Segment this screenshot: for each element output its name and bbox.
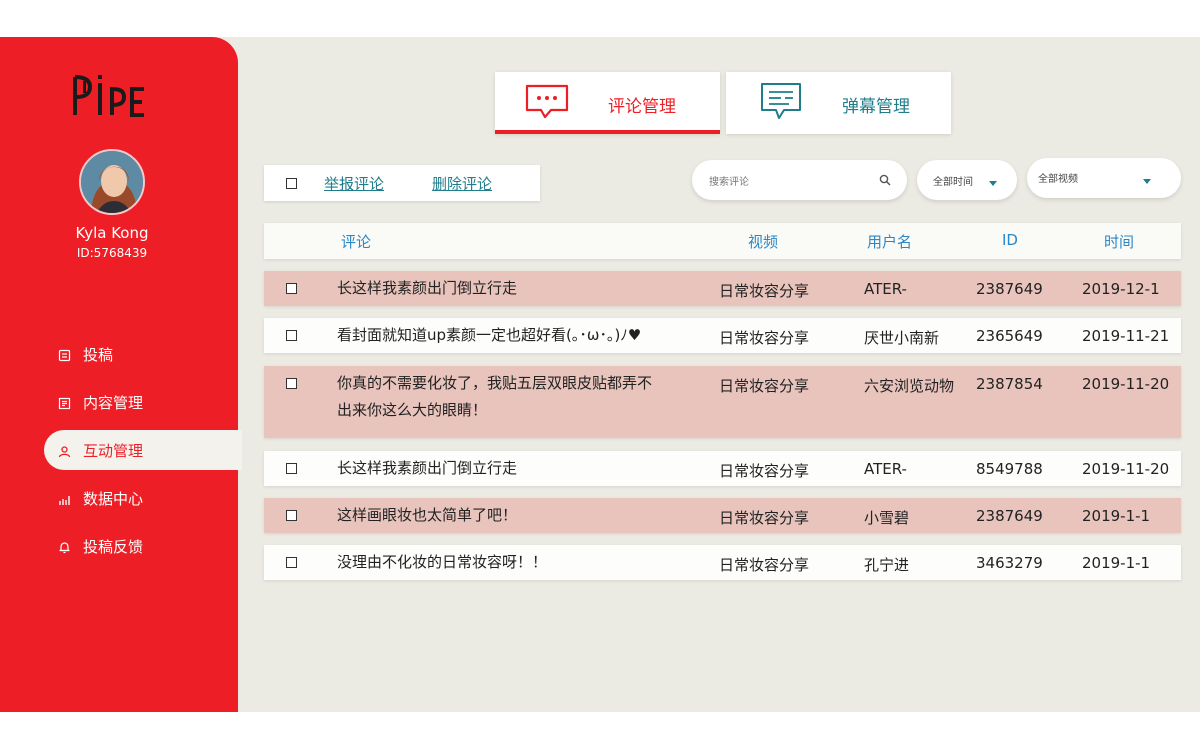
- row-time: 2019-12-1: [1082, 280, 1160, 298]
- tab-danmaku-management[interactable]: 弹幕管理: [726, 72, 951, 134]
- row-video: 日常妆容分享: [719, 556, 810, 574]
- row-time: 2019-11-20: [1082, 460, 1170, 478]
- sidebar: Kyla Kong ID:5768439 投稿 内容管理 互动管理 数据中心 投…: [0, 37, 242, 712]
- table-header: 评论 视频 用户名 ID 时间: [264, 223, 1181, 259]
- video-filter-select[interactable]: 全部视频: [1027, 158, 1181, 198]
- row-comment: 长这样我素颜出门倒立行走: [337, 279, 518, 297]
- row-time: 2019-11-20: [1082, 375, 1170, 393]
- row-video: 日常妆容分享: [719, 462, 810, 480]
- row-id: 2387649: [976, 507, 1043, 525]
- row-user: ATER-: [864, 280, 907, 298]
- row-checkbox[interactable]: [286, 378, 297, 389]
- video-filter-value: 全部视频: [1038, 174, 1078, 185]
- interaction-icon: [58, 444, 71, 457]
- row-comment: 长这样我素颜出门倒立行走: [337, 459, 518, 477]
- report-comment-button[interactable]: 举报评论: [324, 173, 384, 194]
- row-video: 日常妆容分享: [719, 282, 810, 300]
- nav-item-upload[interactable]: 投稿: [44, 334, 242, 374]
- delete-comment-button[interactable]: 删除评论: [432, 173, 492, 194]
- nav-item-label: 互动管理: [83, 441, 144, 460]
- table-row[interactable]: 你真的不需要化妆了，我贴五层双眼皮贴都弄不出来你这么大的眼睛！ 日常妆容分享 六…: [264, 366, 1181, 438]
- row-user: ATER-: [864, 460, 907, 478]
- row-time: 2019-1-1: [1082, 507, 1151, 525]
- row-time: 2019-1-1: [1082, 554, 1151, 572]
- row-checkbox[interactable]: [286, 330, 297, 341]
- row-comment: 你真的不需要化妆了，我贴五层双眼皮贴都弄不出来你这么大的眼睛！: [337, 374, 653, 419]
- table-row[interactable]: 没理由不化妆的日常妆容呀！！ 日常妆容分享 孔宁进 3463279 2019-1…: [264, 545, 1181, 580]
- danmaku-icon: [760, 82, 802, 126]
- row-video: 日常妆容分享: [719, 509, 810, 527]
- brand-logo: [72, 71, 162, 119]
- tab-label: 评论管理: [608, 97, 676, 117]
- chevron-down-icon: [989, 178, 997, 189]
- search-input[interactable]: 搜索评论: [709, 173, 749, 188]
- nav-item-feedback[interactable]: 投稿反馈: [44, 526, 242, 566]
- row-id: 2365649: [976, 327, 1043, 345]
- upload-icon: [58, 348, 71, 361]
- row-id: 8549788: [976, 460, 1043, 478]
- row-id: 2387854: [976, 375, 1043, 393]
- tab-comment-management[interactable]: 评论管理: [495, 72, 720, 134]
- row-checkbox[interactable]: [286, 463, 297, 474]
- search-box[interactable]: 搜索评论: [692, 160, 907, 200]
- row-video: 日常妆容分享: [719, 329, 810, 347]
- nav-item-label: 投稿反馈: [83, 537, 144, 556]
- select-all-checkbox[interactable]: [286, 177, 297, 189]
- column-header-user[interactable]: 用户名: [867, 231, 912, 252]
- row-id: 3463279: [976, 554, 1043, 572]
- search-icon[interactable]: [879, 174, 891, 189]
- app-window: Kyla Kong ID:5768439 投稿 内容管理 互动管理 数据中心 投…: [0, 37, 1200, 712]
- row-comment: 这样画眼妆也太简单了吧！: [337, 506, 518, 524]
- table-row[interactable]: 这样画眼妆也太简单了吧！ 日常妆容分享 小雪碧 2387649 2019-1-1: [264, 498, 1181, 533]
- nav-item-data-center[interactable]: 数据中心: [44, 478, 242, 518]
- nav-item-label: 数据中心: [83, 489, 144, 508]
- comment-bubble-icon: [525, 84, 569, 124]
- user-name: Kyla Kong: [75, 224, 149, 242]
- column-header-time[interactable]: 时间: [1104, 231, 1134, 252]
- row-user: 孔宁进: [864, 556, 910, 574]
- column-header-comment[interactable]: 评论: [341, 231, 371, 252]
- user-id: ID:5768439: [76, 246, 148, 260]
- nav-item-label: 投稿: [83, 345, 114, 364]
- table-row[interactable]: 长这样我素颜出门倒立行走 日常妆容分享 ATER- 2387649 2019-1…: [264, 271, 1181, 306]
- row-checkbox[interactable]: [286, 510, 297, 521]
- row-comment: 看封面就知道up素颜一定也超好看(｡･ω･｡)ﾉ♥: [337, 326, 642, 344]
- bulk-action-toolbar: 举报评论 删除评论: [264, 165, 540, 201]
- table-row[interactable]: 长这样我素颜出门倒立行走 日常妆容分享 ATER- 8549788 2019-1…: [264, 451, 1181, 486]
- content-icon: [58, 396, 71, 409]
- chevron-down-icon: [1143, 176, 1151, 187]
- column-header-id[interactable]: ID: [1002, 231, 1018, 249]
- avatar[interactable]: [79, 149, 145, 215]
- chart-icon: [58, 492, 71, 505]
- row-comment: 没理由不化妆的日常妆容呀！！: [337, 553, 548, 571]
- row-time: 2019-11-21: [1082, 327, 1170, 345]
- row-id: 2387649: [976, 280, 1043, 298]
- table-row[interactable]: 看封面就知道up素颜一定也超好看(｡･ω･｡)ﾉ♥ 日常妆容分享 厌世小南新 2…: [264, 318, 1181, 353]
- bell-icon: [58, 540, 71, 553]
- row-checkbox[interactable]: [286, 283, 297, 294]
- nav-item-interaction[interactable]: 互动管理: [44, 430, 242, 470]
- column-header-video[interactable]: 视频: [748, 231, 778, 252]
- row-user: 厌世小南新: [864, 329, 940, 347]
- time-filter-select[interactable]: 全部时间: [917, 160, 1017, 200]
- time-filter-value: 全部时间: [933, 176, 973, 188]
- row-user: 小雪碧: [864, 509, 910, 527]
- row-checkbox[interactable]: [286, 557, 297, 568]
- row-video: 日常妆容分享: [719, 377, 810, 395]
- row-user: 六安浏览动物: [864, 377, 955, 395]
- nav-item-content[interactable]: 内容管理: [44, 382, 242, 422]
- tab-label: 弹幕管理: [842, 97, 910, 117]
- nav-item-label: 内容管理: [83, 393, 144, 412]
